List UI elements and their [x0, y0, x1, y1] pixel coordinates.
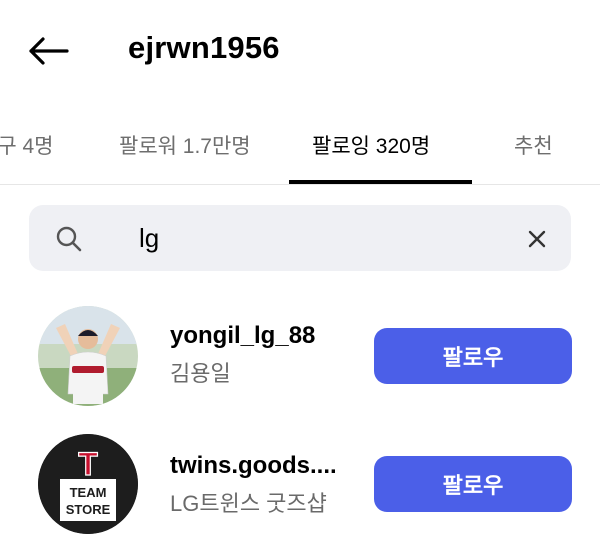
search-icon [56, 226, 82, 252]
result-handle[interactable]: yongil_lg_88 [170, 322, 315, 350]
result-handle[interactable]: twins.goods.... [170, 452, 337, 480]
list-item: TEAM STORE T twins.goods.... LG트윈스 굿즈샵 팔… [0, 428, 600, 538]
svg-text:TEAM: TEAM [70, 485, 107, 500]
svg-text:STORE: STORE [66, 502, 111, 517]
tab-recommended[interactable]: 추천 [514, 130, 553, 160]
tab-following[interactable]: 팔로잉 320명 [312, 130, 430, 160]
follow-button[interactable]: 팔로우 [374, 328, 572, 384]
avatar[interactable]: TEAM STORE T [38, 434, 138, 534]
tab-bar: 친구 4명 팔로워 1.7만명 팔로잉 320명 추천 [0, 118, 600, 185]
svg-text:T: T [78, 446, 98, 482]
close-icon [528, 230, 546, 248]
follow-button[interactable]: 팔로우 [374, 456, 572, 512]
search-input[interactable] [139, 219, 519, 257]
search-bar [29, 205, 571, 271]
team-store-logo: TEAM STORE T [38, 434, 138, 534]
result-name: 김용일 [170, 361, 231, 386]
back-button[interactable] [22, 28, 74, 74]
tab-friends[interactable]: 친구 4명 [0, 130, 53, 160]
avatar[interactable] [38, 306, 138, 406]
arrow-left-icon [29, 37, 69, 65]
active-tab-indicator [289, 180, 472, 184]
tab-followers[interactable]: 팔로워 1.7만명 [119, 130, 251, 160]
list-item: yongil_lg_88 김용일 팔로우 [0, 302, 600, 412]
profile-username: ejrwn1956 [128, 30, 280, 65]
result-name: LG트윈스 굿즈샵 [170, 491, 327, 516]
player-photo [38, 306, 138, 406]
clear-search-button[interactable] [519, 221, 555, 257]
header: ejrwn1956 [0, 0, 600, 100]
